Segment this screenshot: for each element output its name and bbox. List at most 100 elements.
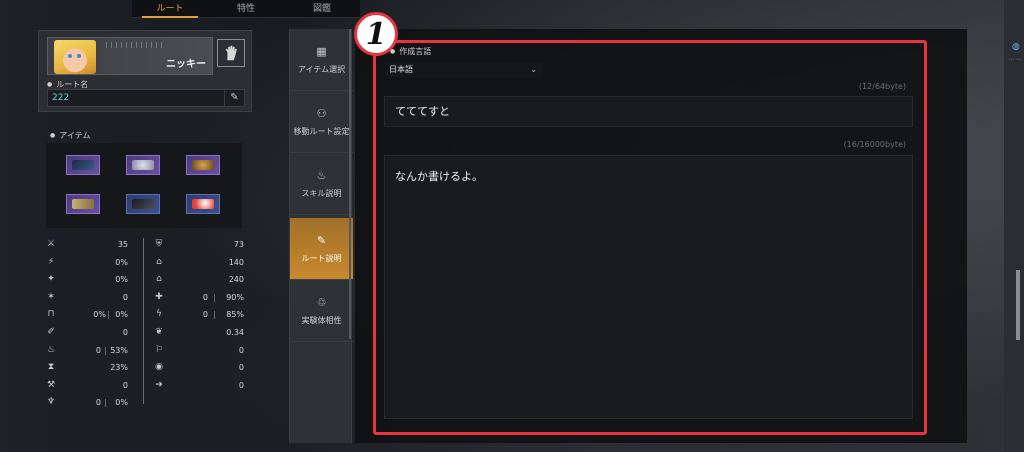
stat-row: ✦ 0% — [42, 271, 136, 289]
item-slot-leg[interactable] — [126, 194, 160, 214]
stat-row: ⚔ 35 — [42, 236, 136, 254]
hp-regen-icon: ✚ — [155, 291, 163, 302]
item-slot-head[interactable] — [126, 155, 160, 175]
reduction-icon: ⚐ — [154, 344, 164, 355]
item-slot-weapon[interactable] — [66, 155, 100, 175]
nav-item-skill-description[interactable]: ♨ スキル説明 — [290, 153, 353, 215]
defense-icon: ⛨ — [155, 239, 163, 249]
head-armor-icon — [132, 160, 154, 170]
stat-row: ✶ 0 — [42, 289, 136, 307]
stat-separator: | — [213, 310, 216, 320]
tab-encyclopedia[interactable]: 図鑑 — [284, 0, 360, 17]
stat-value: 23% — [110, 363, 128, 373]
stat-value: 0 — [238, 363, 244, 373]
stat-value: 240 — [228, 275, 244, 285]
tab-traits[interactable]: 特性 — [208, 0, 284, 17]
nav-item-route-description[interactable]: ✎ ルート説明 — [290, 218, 353, 280]
stats-column-defense: ⛨ 73 ⌂ 140 ⌂ 240 ✚ 0 | 90% ϟ 0 | 85% ❦ 0.34 ⚐ 0 ◉ 0 … — [150, 236, 244, 394]
route-name-input[interactable]: 222 ✎ — [47, 89, 245, 107]
nav-item-route-settings[interactable]: ⚇ 移動ルート設定 — [290, 91, 353, 153]
tenacity-icon: ❦ — [155, 326, 163, 337]
attack-speed-icon: ⚡ — [47, 256, 55, 267]
stat-value: 35 — [117, 240, 128, 249]
sp-regen-icon: ϟ — [156, 309, 162, 320]
vision-icon: ◉ — [155, 362, 163, 373]
stat-value: 0% — [93, 310, 106, 320]
stat-row: ✐ 0 — [42, 324, 136, 342]
stat-row: ♨ 0 | 53% — [42, 342, 136, 360]
items-label: アイテム — [50, 130, 90, 141]
stat-value: 0 — [238, 380, 244, 390]
stat-row: ⌂ 140 — [150, 254, 244, 272]
stat-secondary-value: 53% — [110, 345, 128, 355]
stat-row: ϟ 0 | 85% — [150, 306, 244, 324]
nav-item-label: ルート説明 — [301, 253, 342, 263]
stat-secondary-value: 0% — [115, 310, 128, 320]
chest-armor-icon — [192, 160, 214, 170]
item-slot-accessory[interactable] — [186, 194, 220, 214]
stat-row: ♆ 0 | 0% — [42, 394, 136, 412]
skill-icon: ♨ — [316, 168, 327, 182]
pencil-icon: ✎ — [316, 233, 327, 247]
items-grid — [46, 143, 242, 228]
stat-row: ✚ 0 | 90% — [150, 289, 244, 307]
hourglass-icon: ⧗ — [47, 362, 55, 373]
nav-item-select[interactable]: ▦ アイテム選択 — [290, 29, 353, 91]
cooldown-icon: ✐ — [47, 326, 55, 337]
route-name-value: 222 — [52, 93, 70, 103]
stat-row: ⚡ 0% — [42, 254, 136, 272]
stat-value: 0% — [115, 257, 128, 267]
omnivamp-icon: ♆ — [46, 397, 56, 408]
stat-value: 0 — [122, 380, 128, 390]
page-scrollbar[interactable] — [1016, 270, 1020, 340]
stat-value: 140 — [228, 257, 244, 267]
stat-value: 73 — [233, 240, 244, 249]
max-hp-icon: ⌂ — [156, 256, 162, 267]
nav-item-label: 実験体相性 — [301, 315, 342, 325]
nav-item-label: アイテム選択 — [297, 64, 346, 74]
stats-column-offense: ⚔ 35 ⚡ 0% ✦ 0% ✶ 0 ⊓ 0% | 0% ✐ 0 ♨ 0 | 53% ⧗ 23% ⚒ 0 … — [42, 236, 136, 412]
edit-route-name-button[interactable]: ✎ — [224, 90, 244, 106]
route-editor-nav: ▦ アイテム選択 ⚇ 移動ルート設定 ♨ スキル説明 ✎ ルート説明 ♲ 実験体… — [289, 29, 353, 443]
stat-row: ⛨ 73 — [150, 236, 244, 254]
weapon-icon — [72, 160, 94, 170]
route-icon: ⚇ — [316, 106, 327, 120]
stat-separator: | — [104, 345, 107, 355]
tab-route[interactable]: ルート — [132, 0, 208, 18]
max-sp-icon: ⌂ — [156, 274, 162, 285]
character-panel: ニッキー ルート名 222 ✎ — [38, 30, 252, 112]
critical-icon: ✦ — [47, 274, 55, 285]
stat-row: ⌂ 240 — [150, 271, 244, 289]
synergy-icon: ♲ — [316, 295, 327, 309]
nav-item-synergy[interactable]: ♲ 実験体相性 — [290, 280, 353, 342]
stat-value: 0.34 — [226, 327, 244, 337]
item-slot-chest[interactable] — [186, 155, 220, 175]
stat-value: 0 — [122, 292, 128, 302]
armor-pen-icon: ⊓ — [47, 309, 55, 320]
nav-scrollbar[interactable] — [349, 29, 351, 339]
items-icon: ▦ — [316, 44, 327, 58]
glove-icon — [225, 45, 237, 61]
skill-amp-icon: ✶ — [47, 291, 55, 302]
accessory-icon — [192, 199, 214, 209]
stat-row: ⚒ 0 — [42, 377, 136, 395]
stat-row: ❦ 0.34 — [150, 324, 244, 342]
stats-panel: ⚔ 35 ⚡ 0% ✦ 0% ✶ 0 ⊓ 0% | 0% ✐ 0 ♨ 0 | 53% ⧗ 23% ⚒ 0 … — [42, 236, 244, 412]
stat-value: 0 — [95, 398, 101, 408]
annotation-number-badge: 1 — [354, 12, 398, 56]
nav-item-label: 移動ルート設定 — [293, 126, 350, 136]
decorative-ruler — [106, 42, 166, 48]
stat-value: 0 — [122, 327, 128, 337]
item-slot-arm[interactable] — [66, 194, 100, 214]
stat-value: 0 — [95, 345, 101, 355]
move-speed-icon: ➜ — [155, 379, 163, 390]
glove-weapon-button[interactable] — [217, 39, 245, 67]
stat-row: ⚐ 0 — [150, 342, 244, 360]
pencil-icon: ✎ — [230, 92, 239, 103]
stat-separator: | — [104, 398, 107, 408]
character-portrait[interactable]: ニッキー — [47, 37, 213, 75]
annotation-highlight-box — [373, 40, 927, 435]
stat-row: ◉ 0 — [150, 359, 244, 377]
stat-secondary-value: 85% — [226, 310, 244, 320]
stat-value: 0 — [202, 292, 208, 302]
